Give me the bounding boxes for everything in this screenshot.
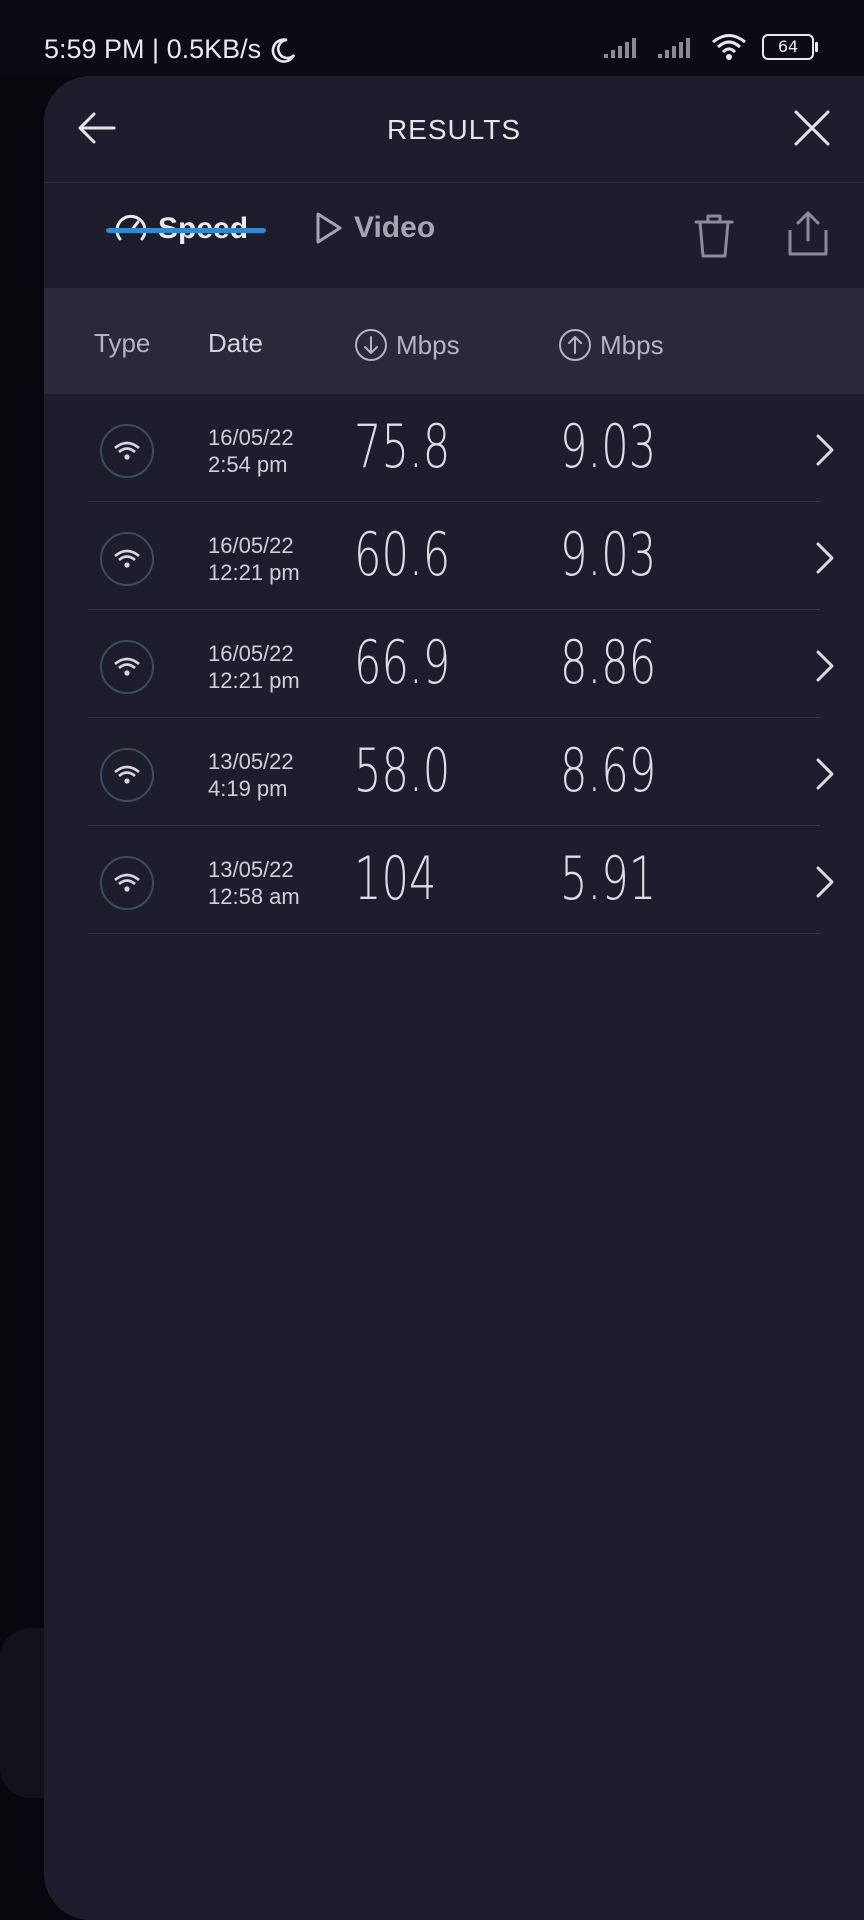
chevron-right-icon (816, 650, 834, 682)
result-time: 12:21 pm (208, 668, 300, 693)
chevron-right-icon (816, 866, 834, 898)
result-date: 13/05/22 (208, 749, 294, 774)
result-row[interactable]: 16/05/22 12:21 pm 66.9 8.86 (44, 610, 864, 718)
upload-value: 9.03 (560, 412, 657, 482)
result-time: 2:54 pm (208, 452, 288, 477)
result-datetime: 16/05/22 2:54 pm (208, 424, 294, 478)
result-row[interactable]: 16/05/22 12:21 pm 60.6 9.03 (44, 502, 864, 610)
download-value: 104 (354, 844, 437, 914)
result-date: 16/05/22 (208, 641, 294, 666)
wifi-type-icon (100, 640, 154, 694)
result-datetime: 16/05/22 12:21 pm (208, 532, 300, 586)
status-time-speed: 5:59 PM | 0.5KB/s (44, 34, 262, 64)
result-date: 16/05/22 (208, 425, 294, 450)
share-icon[interactable] (782, 208, 834, 260)
download-value: 75.8 (354, 412, 451, 482)
moon-icon (271, 37, 296, 63)
chevron-right-icon (816, 542, 834, 574)
wifi-type-icon (100, 424, 154, 478)
result-datetime: 16/05/22 12:21 pm (208, 640, 300, 694)
result-datetime: 13/05/22 4:19 pm (208, 748, 294, 802)
result-datetime: 13/05/22 12:58 am (208, 856, 300, 910)
status-right: 64 (602, 32, 818, 62)
chevron-right-icon (816, 434, 834, 466)
signal-icon (658, 38, 690, 58)
battery-indicator: 64 (762, 34, 818, 60)
download-icon (355, 329, 387, 361)
results-list: 16/05/22 2:54 pm 75.8 9.03 16/05/22 12:2… (44, 394, 864, 934)
upload-value: 5.91 (560, 844, 657, 914)
trash-icon[interactable] (690, 210, 738, 262)
signal-icon (604, 38, 636, 58)
status-left: 5:59 PM | 0.5KB/s (44, 34, 297, 65)
upload-value: 8.69 (560, 736, 657, 806)
background-card (0, 1628, 44, 1798)
close-icon[interactable] (788, 104, 836, 152)
result-time: 12:21 pm (208, 560, 300, 585)
active-tab-indicator (106, 228, 266, 233)
column-date: Date (208, 328, 263, 358)
results-table-header: Type Date Mbps Mbps (44, 288, 864, 394)
column-download: Mbps (354, 328, 460, 362)
wifi-type-icon (100, 856, 154, 910)
status-bar: 5:59 PM | 0.5KB/s 64 (0, 0, 864, 76)
wifi-type-icon (100, 748, 154, 802)
download-value: 66.9 (354, 628, 451, 698)
result-time: 12:58 am (208, 884, 300, 909)
tab-video[interactable]: Video (312, 210, 435, 246)
page-title: RESULTS (386, 114, 522, 145)
wifi-type-icon (100, 532, 154, 586)
result-time: 4:19 pm (208, 776, 288, 801)
result-date: 16/05/22 (208, 533, 294, 558)
tab-bar: Speed Video (44, 182, 864, 286)
result-row[interactable]: 13/05/22 12:58 am 104 5.91 (44, 826, 864, 934)
download-value: 60.6 (354, 520, 451, 590)
upload-icon (559, 329, 591, 361)
column-download-label: Mbps (396, 329, 460, 360)
result-row[interactable]: 13/05/22 4:19 pm 58.0 8.69 (44, 718, 864, 826)
upload-value: 8.86 (560, 628, 657, 698)
chevron-right-icon (816, 758, 834, 790)
column-upload: Mbps (558, 328, 664, 362)
play-icon (316, 212, 342, 244)
column-upload-label: Mbps (600, 329, 664, 360)
download-value: 58.0 (354, 736, 451, 806)
tab-video-label: Video (354, 211, 436, 244)
wifi-icon (712, 34, 746, 60)
result-row[interactable]: 16/05/22 2:54 pm 75.8 9.03 (44, 394, 864, 502)
result-date: 13/05/22 (208, 857, 294, 882)
results-header: RESULTS (44, 76, 864, 183)
results-sheet: RESULTS Speed Video Type Date (44, 76, 864, 1920)
upload-value: 9.03 (560, 520, 657, 590)
column-type: Type (94, 328, 151, 358)
row-divider (88, 933, 820, 934)
